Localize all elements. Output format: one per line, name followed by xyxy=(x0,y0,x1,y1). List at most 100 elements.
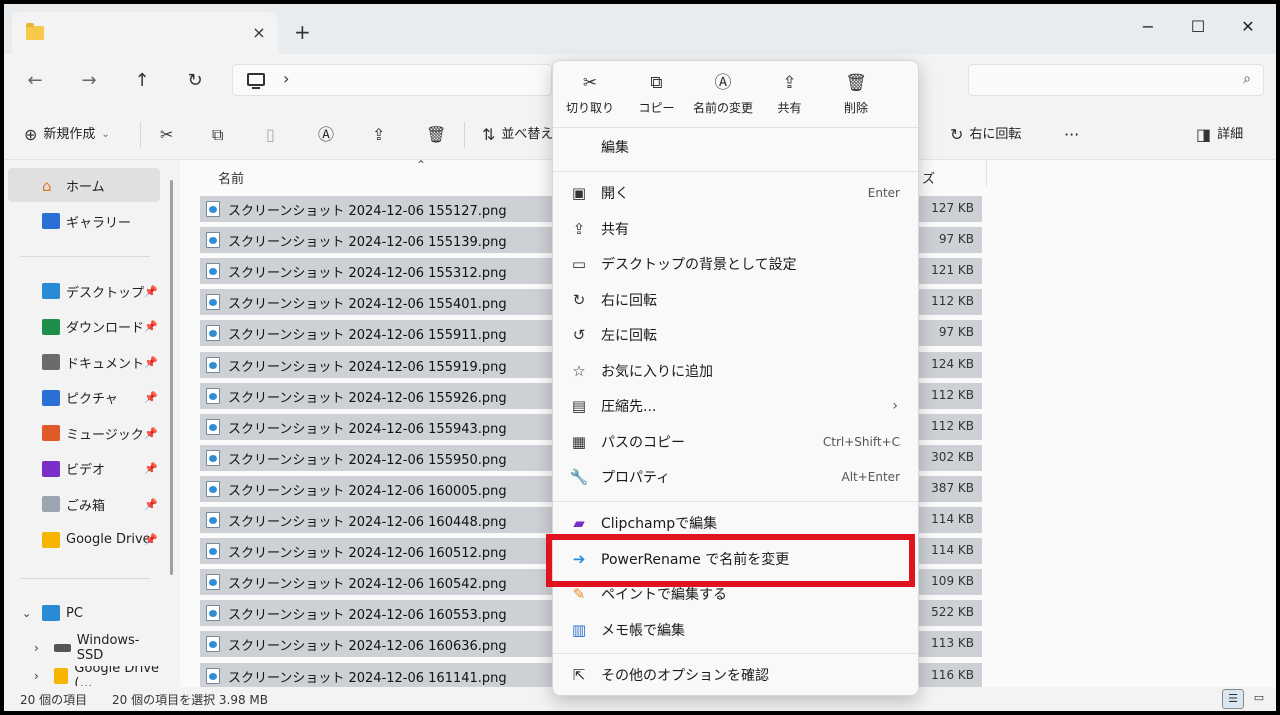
quick-action-cut[interactable]: ✂ 切り取り xyxy=(559,71,621,116)
sidebar-item-desktop[interactable]: デスクトップ 📌 xyxy=(8,274,160,308)
copy-icon: ⧉ xyxy=(650,73,663,93)
sidebar-item-label: ごみ箱 xyxy=(66,498,106,514)
sidebar-item-label: Windows-SSD xyxy=(76,633,140,663)
png-file-icon xyxy=(206,605,220,622)
sidebar-item-recycle-bin[interactable]: ごみ箱 📌 xyxy=(8,487,160,521)
new-label: 新規作成 xyxy=(43,127,96,142)
menu-item-notepad-edit[interactable]: ▥ メモ帳で編集 xyxy=(559,614,914,646)
sidebar-item-gallery[interactable]: ギャラリー xyxy=(8,204,160,238)
more-options-button[interactable]: ··· xyxy=(1064,124,1079,146)
rotate-right-button[interactable]: ↻ 右に回転 xyxy=(950,124,1021,146)
menu-item-label: 左に回転 xyxy=(601,328,657,344)
sidebar-scrollbar[interactable] xyxy=(170,180,173,575)
column-header-name[interactable]: 名前 xyxy=(218,168,244,187)
menu-item-label: お気に入りに追加 xyxy=(601,363,713,380)
menu-item-share[interactable]: ⇪ 共有 xyxy=(559,213,914,245)
quick-action-delete[interactable]: 🗑 削除 xyxy=(825,71,887,116)
forward-button[interactable]: → xyxy=(76,68,102,94)
quick-action-copy[interactable]: ⧉ コピー xyxy=(626,71,688,116)
png-file-icon xyxy=(206,512,220,528)
share-button[interactable]: ⇪ xyxy=(372,124,385,146)
sort-button[interactable]: ⇅ 並べ替え xyxy=(482,124,553,146)
menu-item-label: Clipchampで編集 xyxy=(601,516,718,532)
file-name: スクリーンショット 2024-12-06 155911.png xyxy=(228,328,507,344)
menu-item-edit[interactable]: 編集 xyxy=(559,131,914,163)
column-header-size[interactable]: ズ xyxy=(922,168,935,187)
search-input[interactable]: ⌕ xyxy=(968,64,1264,96)
add-favorite-icon: ☆ xyxy=(572,361,586,380)
sidebar-item-google-drive[interactable]: Google Drive 📌 xyxy=(8,523,160,557)
png-file-icon xyxy=(206,387,220,404)
sidebar-item-documents[interactable]: ドキュメント 📌 xyxy=(8,345,160,379)
shortcut-text: Alt+Enter xyxy=(841,470,900,484)
address-bar[interactable]: › xyxy=(232,64,552,96)
details-view-button[interactable]: ☰ xyxy=(1222,689,1244,709)
file-size: 113 KB xyxy=(931,636,974,651)
back-button[interactable]: ← xyxy=(22,68,48,94)
sort-ascending-icon: ⌃ xyxy=(416,158,427,172)
png-file-icon xyxy=(206,294,220,311)
paste-button[interactable]: ▯ xyxy=(266,124,275,146)
sidebar-item-home[interactable]: ⌂ ホーム xyxy=(8,168,160,202)
close-window-button[interactable]: ✕ xyxy=(1228,14,1268,40)
file-size: 109 KB xyxy=(931,574,974,589)
sidebar-item-windows-ssd[interactable]: › Windows-SSD xyxy=(8,631,160,665)
menu-item-copy-path[interactable]: ▦ パスのコピー Ctrl+Shift+C xyxy=(559,426,914,458)
menu-item-set-desktop-background[interactable]: ▭ デスクトップの背景として設定 xyxy=(559,248,914,280)
cut-button[interactable]: ✂ xyxy=(160,124,173,146)
menu-item-add-favorite[interactable]: ☆ お気に入りに追加 xyxy=(559,355,914,387)
item-count: 20 個の項目 xyxy=(20,693,88,707)
title-bar: × + − ☐ ✕ xyxy=(4,4,1276,54)
sidebar-item-videos[interactable]: ビデオ 📌 xyxy=(8,452,160,486)
menu-item-rotate-right[interactable]: ↻ 右に回転 xyxy=(559,284,914,316)
tab-close-button[interactable]: × xyxy=(248,22,270,44)
minimize-button[interactable]: − xyxy=(1128,14,1168,40)
sidebar-item-pictures[interactable]: ピクチャ 📌 xyxy=(8,381,160,415)
file-name: スクリーンショット 2024-12-06 155919.png xyxy=(228,359,507,375)
new-tab-button[interactable]: + xyxy=(294,22,311,42)
menu-item-open[interactable]: ▣ 開く Enter xyxy=(559,177,914,209)
explorer-tab[interactable]: × xyxy=(12,12,278,54)
file-size: 97 KB xyxy=(938,325,974,340)
highlight-box xyxy=(546,534,915,587)
menu-item-more-options[interactable]: ⇱ その他のオプションを確認 xyxy=(559,659,914,691)
maximize-button[interactable]: ☐ xyxy=(1178,14,1218,40)
drive-icon xyxy=(54,644,71,652)
file-size: 112 KB xyxy=(931,387,974,402)
sidebar-item-pc[interactable]: ⌄ PC xyxy=(8,596,160,630)
menu-item-compress-to[interactable]: ▤ 圧縮先... › xyxy=(559,390,914,422)
png-file-icon xyxy=(206,263,220,280)
selection-count: 20 個の項目を選択 3.98 MB xyxy=(112,693,269,707)
navigation-pane: ⌂ ホーム ギャラリー デスクトップ 📌 ダウンロード 📌 ドキュメント 📌 ピクチャ 📌 ミュ… xyxy=(4,160,180,687)
png-file-icon xyxy=(206,201,220,217)
folder-icon xyxy=(26,23,44,40)
pin-icon: 📌 xyxy=(144,497,158,511)
quick-action-share[interactable]: ⇪ 共有 xyxy=(759,71,821,116)
chevron-down-icon: ⌄ xyxy=(101,129,110,140)
menu-item-label: ペイントで編集する xyxy=(601,587,727,603)
breadcrumb-chevron[interactable]: › xyxy=(283,69,289,88)
clipchamp-edit-icon: ▰ xyxy=(573,514,585,532)
sidebar-item-google-drive-drive[interactable]: › Google Drive (… xyxy=(8,666,160,686)
refresh-button[interactable]: ↻ xyxy=(182,68,208,94)
quick-action-label: 切り取り xyxy=(565,101,614,115)
quick-action-label: 名前の変更 xyxy=(692,101,753,115)
copy-button[interactable]: ⧉ xyxy=(212,124,223,146)
new-button[interactable]: ⊕ 新規作成 ⌄ xyxy=(24,124,110,146)
rename-button[interactable]: Ⓐ xyxy=(318,124,334,146)
menu-item-rotate-left[interactable]: ↺ 左に回転 xyxy=(559,319,914,351)
sidebar-item-downloads[interactable]: ダウンロード 📌 xyxy=(8,310,160,344)
quick-action-rename[interactable]: Ⓐ 名前の変更 xyxy=(692,71,754,116)
up-button[interactable]: ↑ xyxy=(129,68,155,94)
tiles-view-button[interactable]: ▭ xyxy=(1248,689,1270,709)
details-pane-button[interactable]: ◨ 詳細 xyxy=(1196,124,1243,146)
png-file-icon xyxy=(206,418,220,435)
divider xyxy=(20,256,150,257)
file-name: スクリーンショット 2024-12-06 160542.png xyxy=(228,577,507,593)
menu-item-properties[interactable]: 🔧 プロパティ Alt+Enter xyxy=(559,461,914,493)
sidebar-item-music[interactable]: ミュージック 📌 xyxy=(8,416,160,450)
chevron-down-icon: ⌄ xyxy=(22,606,32,620)
delete-button[interactable]: 🗑 xyxy=(426,124,446,146)
file-size: 112 KB xyxy=(931,294,974,309)
google-drive-icon xyxy=(54,668,69,684)
